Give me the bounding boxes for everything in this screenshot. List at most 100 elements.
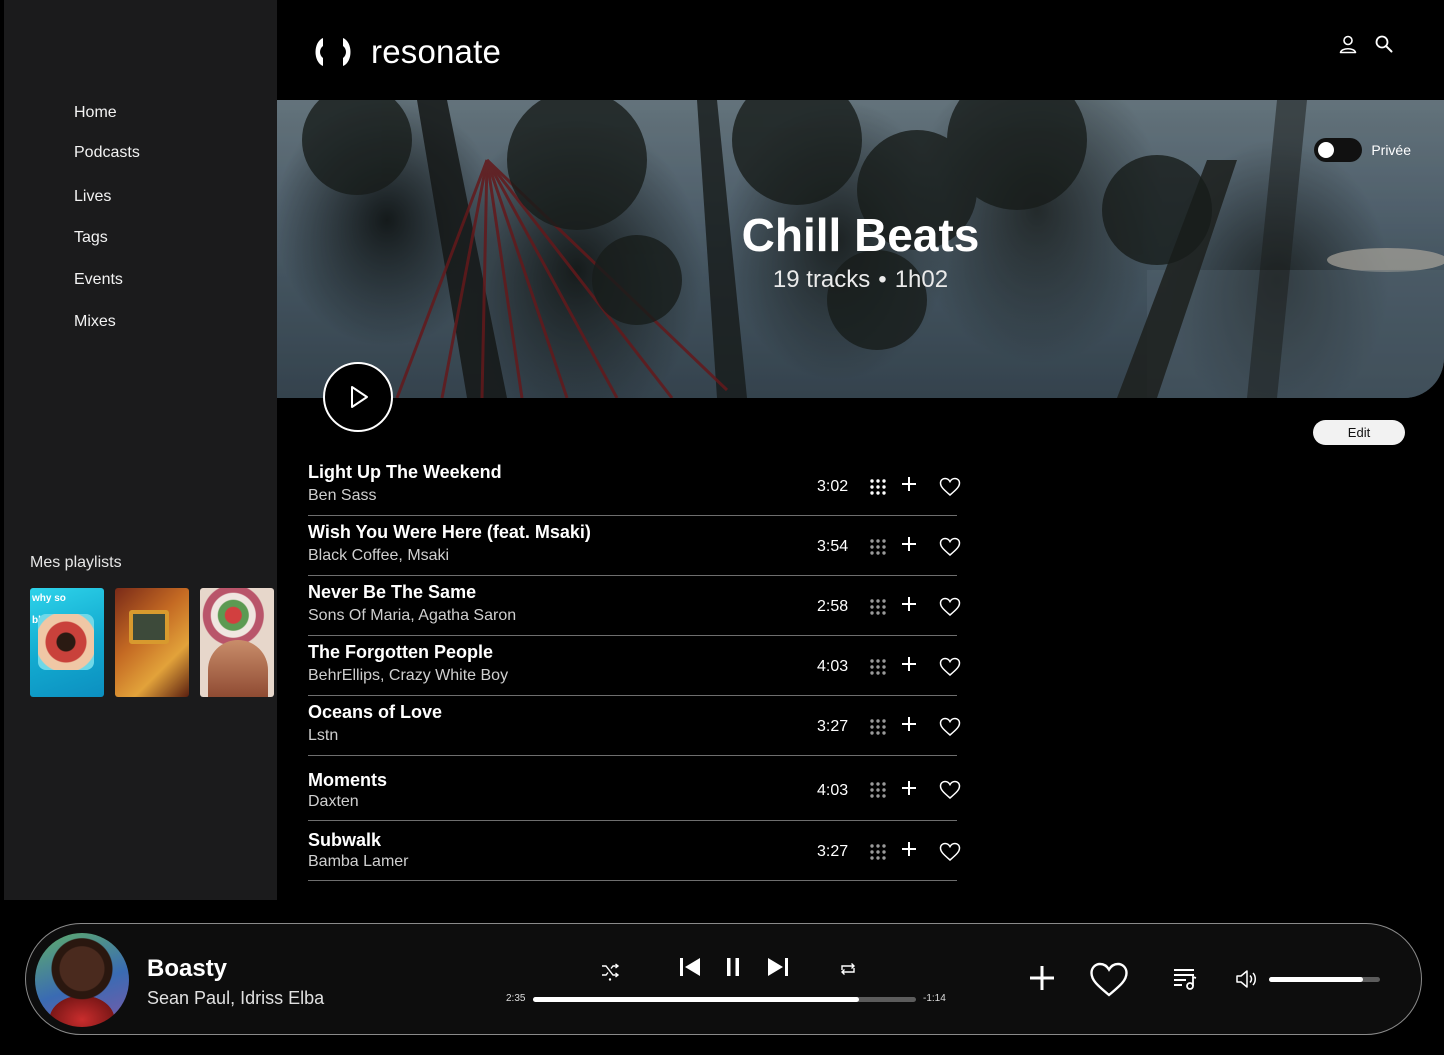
playlist-duration: 1h02 bbox=[894, 266, 949, 293]
playlist-title: Chill Beats bbox=[741, 209, 980, 261]
brand-name: resonate bbox=[371, 33, 502, 70]
brand-logo[interactable]: resonate bbox=[309, 32, 501, 72]
volume-slider[interactable] bbox=[1269, 977, 1380, 982]
edit-playlist-button[interactable]: Edit bbox=[1313, 420, 1405, 445]
heart-icon[interactable] bbox=[939, 477, 961, 497]
playlist-thumbnails: why so blue bbox=[30, 588, 274, 697]
privacy-label: Privée bbox=[1371, 142, 1411, 158]
track-title: Light Up The Weekend bbox=[308, 462, 502, 482]
track-duration: 3:27 bbox=[817, 718, 849, 735]
heart-icon[interactable] bbox=[939, 537, 961, 557]
sidebar: Home Podcasts Lives Tags Events Mixes Me… bbox=[4, 0, 277, 900]
drag-handle-icon[interactable] bbox=[869, 538, 887, 556]
heart-icon[interactable] bbox=[939, 842, 961, 862]
drag-handle-icon[interactable] bbox=[869, 843, 887, 861]
now-playing-artist: Sean Paul, Idriss Elba bbox=[147, 988, 325, 1008]
app-root: Home Podcasts Lives Tags Events Mixes Me… bbox=[4, 0, 1444, 1055]
gameboy-artwork bbox=[129, 610, 169, 644]
track-title: The Forgotten People bbox=[308, 642, 494, 662]
track-duration: 2:58 bbox=[817, 598, 849, 615]
progress-fill bbox=[533, 997, 859, 1002]
play-icon bbox=[351, 386, 368, 408]
nav-item-mixes[interactable]: Mixes bbox=[74, 313, 116, 331]
track-list: Light Up The Weekend Ben Sass 3:02 Wish … bbox=[308, 456, 961, 881]
track-artist: Lstn bbox=[308, 727, 339, 744]
pause-icon[interactable] bbox=[724, 956, 742, 978]
player-bar: Boasty Sean Paul, Idriss Elba 2:35 -1:14 bbox=[25, 923, 1422, 1035]
search-icon[interactable] bbox=[1374, 34, 1394, 54]
track-duration: 3:54 bbox=[817, 538, 849, 555]
drag-handle-icon[interactable] bbox=[869, 478, 887, 496]
track-count: 19 tracks bbox=[772, 266, 871, 293]
top-bar: resonate bbox=[277, 0, 1444, 100]
add-to-playlist-icon[interactable] bbox=[901, 596, 917, 612]
volume-icon[interactable] bbox=[1235, 969, 1259, 989]
track-artist: Bamba Lamer bbox=[308, 853, 409, 870]
track-row[interactable]: Never Be The Same Sons Of Maria, Agatha … bbox=[308, 576, 961, 636]
privacy-toggle-group: Privée bbox=[1314, 138, 1411, 162]
track-title: Never Be The Same bbox=[308, 582, 477, 602]
heart-icon[interactable] bbox=[1089, 962, 1129, 998]
track-row[interactable]: Wish You Were Here (feat. Msaki) Black C… bbox=[308, 516, 961, 576]
drag-handle-icon[interactable] bbox=[869, 598, 887, 616]
track-title: Moments bbox=[308, 770, 388, 790]
shuffle-icon[interactable] bbox=[600, 961, 620, 981]
heart-icon[interactable] bbox=[939, 597, 961, 617]
playlist-thumbnail[interactable] bbox=[200, 588, 274, 697]
remaining-time: -1:14 bbox=[923, 993, 946, 1004]
privacy-toggle[interactable] bbox=[1314, 138, 1363, 162]
my-playlists-heading: Mes playlists bbox=[30, 554, 122, 571]
track-duration: 4:03 bbox=[817, 658, 849, 675]
add-to-playlist-icon[interactable] bbox=[901, 841, 917, 857]
previous-icon[interactable] bbox=[678, 956, 702, 978]
playlist-meta: 19 tracks • 1h02 bbox=[277, 266, 1444, 294]
user-icon[interactable] bbox=[1338, 34, 1358, 54]
next-icon[interactable] bbox=[766, 956, 790, 978]
add-to-playlist-icon[interactable] bbox=[901, 780, 917, 796]
drag-handle-icon[interactable] bbox=[869, 718, 887, 736]
track-row[interactable]: Light Up The Weekend Ben Sass 3:02 bbox=[308, 456, 961, 516]
track-row[interactable]: Moments Daxten 4:03 bbox=[308, 756, 961, 821]
heart-icon[interactable] bbox=[939, 717, 961, 737]
track-row[interactable]: The Forgotten People BehrEllips, Crazy W… bbox=[308, 636, 961, 696]
track-title: Subwalk bbox=[308, 830, 382, 850]
nav-item-lives[interactable]: Lives bbox=[74, 188, 111, 206]
track-row[interactable]: Subwalk Bamba Lamer 3:27 bbox=[308, 821, 961, 881]
now-playing-cover[interactable] bbox=[35, 933, 129, 1027]
heart-icon[interactable] bbox=[939, 657, 961, 677]
now-playing-title: Boasty bbox=[147, 955, 228, 982]
repeat-icon[interactable] bbox=[839, 961, 857, 977]
nav-item-events[interactable]: Events bbox=[74, 271, 123, 289]
track-artist: Black Coffee, Msaki bbox=[308, 547, 450, 564]
drag-handle-icon[interactable] bbox=[869, 658, 887, 676]
playlist-thumbnail[interactable]: why so blue bbox=[30, 588, 104, 697]
track-title: Wish You Were Here (feat. Msaki) bbox=[308, 522, 591, 542]
nav-item-tags[interactable]: Tags bbox=[74, 229, 108, 247]
queue-icon[interactable] bbox=[1172, 967, 1198, 991]
resonate-logo-icon bbox=[315, 38, 351, 66]
track-duration: 3:02 bbox=[817, 478, 849, 495]
heart-icon[interactable] bbox=[939, 780, 961, 800]
track-artist: BehrEllips, Crazy White Boy bbox=[308, 667, 509, 684]
playlist-thumbnail[interactable] bbox=[115, 588, 189, 697]
add-to-playlist-icon[interactable] bbox=[901, 656, 917, 672]
meta-separator: • bbox=[878, 266, 887, 293]
elapsed-time: 2:35 bbox=[506, 993, 526, 1004]
drag-handle-icon[interactable] bbox=[869, 781, 887, 799]
track-duration: 4:03 bbox=[817, 782, 849, 799]
track-artist: Daxten bbox=[308, 793, 359, 810]
flower-face-artwork bbox=[208, 640, 268, 697]
track-row[interactable]: Oceans of Love Lstn 3:27 bbox=[308, 696, 961, 756]
toggle-knob bbox=[1318, 142, 1335, 158]
track-title: Oceans of Love bbox=[308, 702, 443, 722]
add-to-playlist-icon[interactable] bbox=[901, 476, 917, 492]
add-to-playlist-icon[interactable] bbox=[901, 536, 917, 552]
nav-item-podcasts[interactable]: Podcasts bbox=[74, 144, 140, 162]
volume-fill bbox=[1269, 977, 1364, 982]
add-icon[interactable] bbox=[1028, 964, 1056, 992]
nav-item-home[interactable]: Home bbox=[74, 104, 117, 122]
add-to-playlist-icon[interactable] bbox=[901, 716, 917, 732]
play-playlist-button[interactable] bbox=[323, 362, 393, 432]
progress-bar[interactable] bbox=[533, 997, 916, 1002]
eye-artwork bbox=[38, 614, 94, 670]
